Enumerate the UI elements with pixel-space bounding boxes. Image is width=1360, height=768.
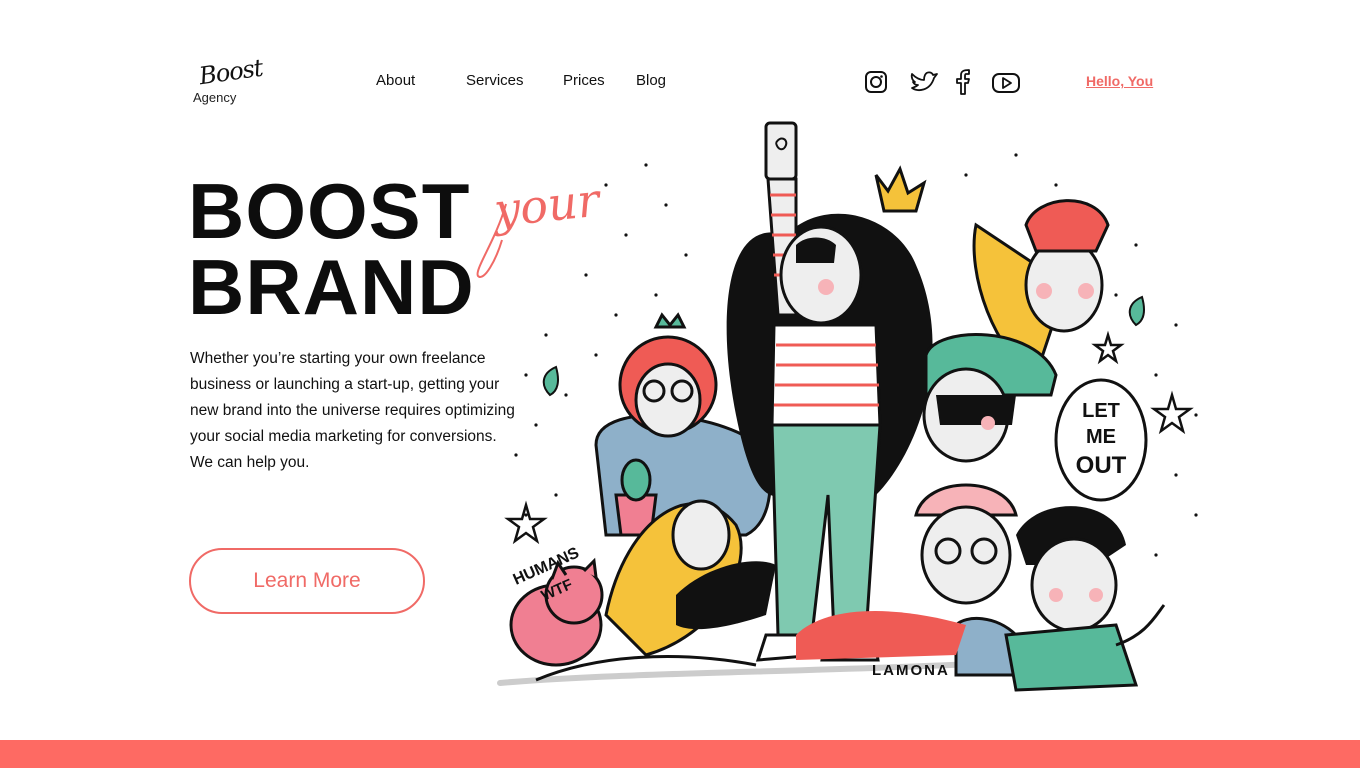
twitter-icon[interactable]	[908, 68, 940, 96]
youtube-icon[interactable]	[990, 68, 1022, 96]
logo[interactable]: Boost Agency	[193, 54, 264, 110]
people-illustration: LET ME OUT HUMANS WTF LAMONA	[497, 121, 1198, 692]
headline-line-1: BOOST	[188, 167, 471, 255]
facebook-icon[interactable]	[951, 68, 975, 96]
nav-blog[interactable]: Blog	[636, 72, 666, 89]
speech-line-3: OUT	[1076, 452, 1127, 479]
logo-subtitle: Agency	[193, 90, 237, 105]
hello-user-link[interactable]: Hello, You	[1086, 73, 1153, 89]
nav-services[interactable]: Services	[466, 72, 524, 89]
hero-paragraph: Whether you’re starting your own freelan…	[190, 350, 515, 471]
speech-line-2: ME	[1086, 426, 1116, 448]
signature-text: LAMONA	[872, 662, 950, 679]
learn-more-button[interactable]: Learn More	[189, 548, 425, 614]
nav-about[interactable]: About	[376, 72, 415, 89]
logo-script: Boost	[197, 53, 265, 91]
speech-line-1: LET	[1082, 400, 1120, 422]
footer-bar	[0, 740, 1360, 768]
headline-line-2: BRAND	[188, 243, 475, 331]
instagram-icon[interactable]	[862, 68, 890, 96]
nav-prices[interactable]: Prices	[563, 72, 605, 89]
